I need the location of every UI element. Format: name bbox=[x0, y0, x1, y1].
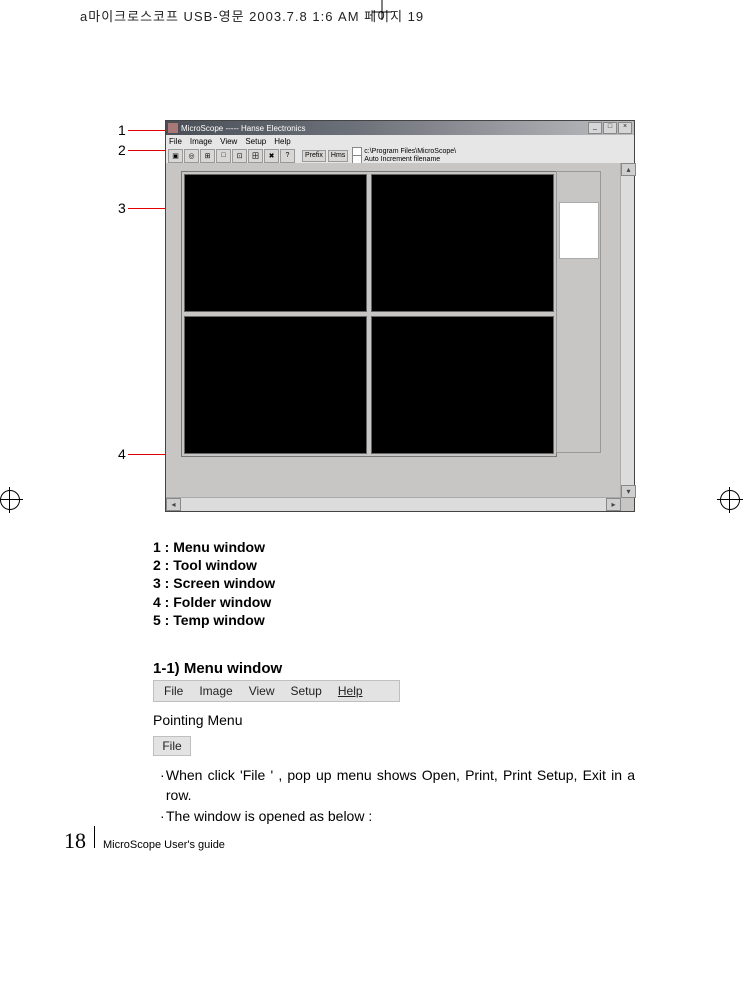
horizontal-scrollbar[interactable]: ◂ ▸ bbox=[166, 497, 621, 511]
callout-4: 4 bbox=[118, 446, 126, 462]
tool-btn-5[interactable]: ⊡ bbox=[232, 149, 247, 163]
guide-label: MicroScope User's guide bbox=[103, 839, 225, 851]
screen-cell-2 bbox=[371, 174, 554, 312]
legend-2: 2 : Tool window bbox=[153, 556, 275, 574]
callout-3: 3 bbox=[118, 200, 126, 216]
strip-image: Image bbox=[199, 684, 232, 698]
minimize-button[interactable]: _ bbox=[588, 122, 602, 134]
window-title: MicroScope ----- Hanse Electronics bbox=[181, 124, 305, 133]
tool-btn-7[interactable]: ✖ bbox=[264, 149, 279, 163]
path-text: c:\Program Files\MicroScope\ bbox=[364, 148, 456, 155]
window-controls[interactable]: _ □ × bbox=[588, 122, 632, 134]
crop-mark-top bbox=[372, 0, 392, 39]
vertical-scrollbar[interactable]: ▴ ▾ bbox=[620, 163, 634, 498]
legend: 1 : Menu window 2 : Tool window 3 : Scre… bbox=[153, 538, 275, 629]
registration-right bbox=[720, 490, 740, 510]
legend-1: 1 : Menu window bbox=[153, 538, 275, 556]
temp-window bbox=[556, 171, 601, 453]
titlebar: MicroScope ----- Hanse Electronics _ □ × bbox=[166, 121, 634, 135]
maximize-button[interactable]: □ bbox=[603, 122, 617, 134]
path-block: c:\Program Files\MicroScope\ Auto Increm… bbox=[352, 148, 456, 164]
menu-strip: File Image View Setup Help bbox=[153, 680, 400, 702]
strip-help: Help bbox=[338, 684, 363, 698]
menu-view[interactable]: View bbox=[220, 137, 237, 146]
menubar[interactable]: File Image View Setup Help bbox=[166, 135, 634, 148]
para-1: When click 'File ' , pop up menu shows O… bbox=[166, 765, 635, 806]
client-area: ▴ ▾ ◂ ▸ bbox=[166, 163, 634, 511]
registration-left bbox=[0, 490, 20, 510]
tool-btn-1[interactable]: ▣ bbox=[168, 149, 183, 163]
tool-btn-2[interactable]: ◎ bbox=[184, 149, 199, 163]
screen-cell-4 bbox=[371, 316, 554, 454]
strip-file: File bbox=[164, 684, 183, 698]
legend-5: 5 : Temp window bbox=[153, 611, 275, 629]
screen-window bbox=[181, 171, 557, 457]
menu-setup[interactable]: Setup bbox=[245, 137, 266, 146]
scroll-right-btn[interactable]: ▸ bbox=[606, 498, 621, 511]
prefix-value[interactable]: Hms bbox=[328, 150, 348, 162]
screen-cell-3 bbox=[184, 316, 367, 454]
page-number: 18 bbox=[64, 828, 86, 854]
app-icon bbox=[168, 123, 178, 133]
menu-image[interactable]: Image bbox=[190, 137, 212, 146]
strip-setup: Setup bbox=[291, 684, 322, 698]
page-footer: 18 MicroScope User's guide bbox=[64, 826, 225, 854]
prefix-label: Prefix bbox=[302, 150, 326, 162]
paragraph: ·When click 'File ' , pop up menu shows … bbox=[160, 765, 635, 826]
tool-btn-8[interactable]: ? bbox=[280, 149, 295, 163]
tool-btn-4[interactable]: □ bbox=[216, 149, 231, 163]
menu-file[interactable]: File bbox=[169, 137, 182, 146]
legend-3: 3 : Screen window bbox=[153, 574, 275, 592]
screen-cell-1 bbox=[184, 174, 367, 312]
close-button[interactable]: × bbox=[618, 122, 632, 134]
para-2: The window is opened as below : bbox=[166, 806, 372, 826]
file-chip: File bbox=[153, 736, 191, 756]
pointing-label: Pointing Menu bbox=[153, 712, 243, 728]
scroll-down-btn[interactable]: ▾ bbox=[621, 485, 636, 498]
callout-1: 1 bbox=[118, 122, 126, 138]
app-window: MicroScope ----- Hanse Electronics _ □ ×… bbox=[165, 120, 635, 512]
scroll-up-btn[interactable]: ▴ bbox=[621, 163, 636, 176]
scroll-left-btn[interactable]: ◂ bbox=[166, 498, 181, 511]
temp-thumbnail bbox=[559, 202, 599, 259]
auto-label: Auto Increment filename bbox=[364, 156, 440, 163]
menu-help[interactable]: Help bbox=[274, 137, 290, 146]
tool-btn-3[interactable]: ⊞ bbox=[200, 149, 215, 163]
toolbar: ▣ ◎ ⊞ □ ⊡ 田 ✖ ? Prefix Hms c:\Program Fi… bbox=[166, 148, 634, 163]
section-title: 1-1) Menu window bbox=[153, 660, 282, 677]
legend-4: 4 : Folder window bbox=[153, 593, 275, 611]
callout-2: 2 bbox=[118, 142, 126, 158]
tool-btn-6[interactable]: 田 bbox=[248, 149, 263, 163]
strip-view: View bbox=[249, 684, 275, 698]
folder-window bbox=[181, 458, 599, 493]
footer-rule bbox=[94, 826, 95, 848]
